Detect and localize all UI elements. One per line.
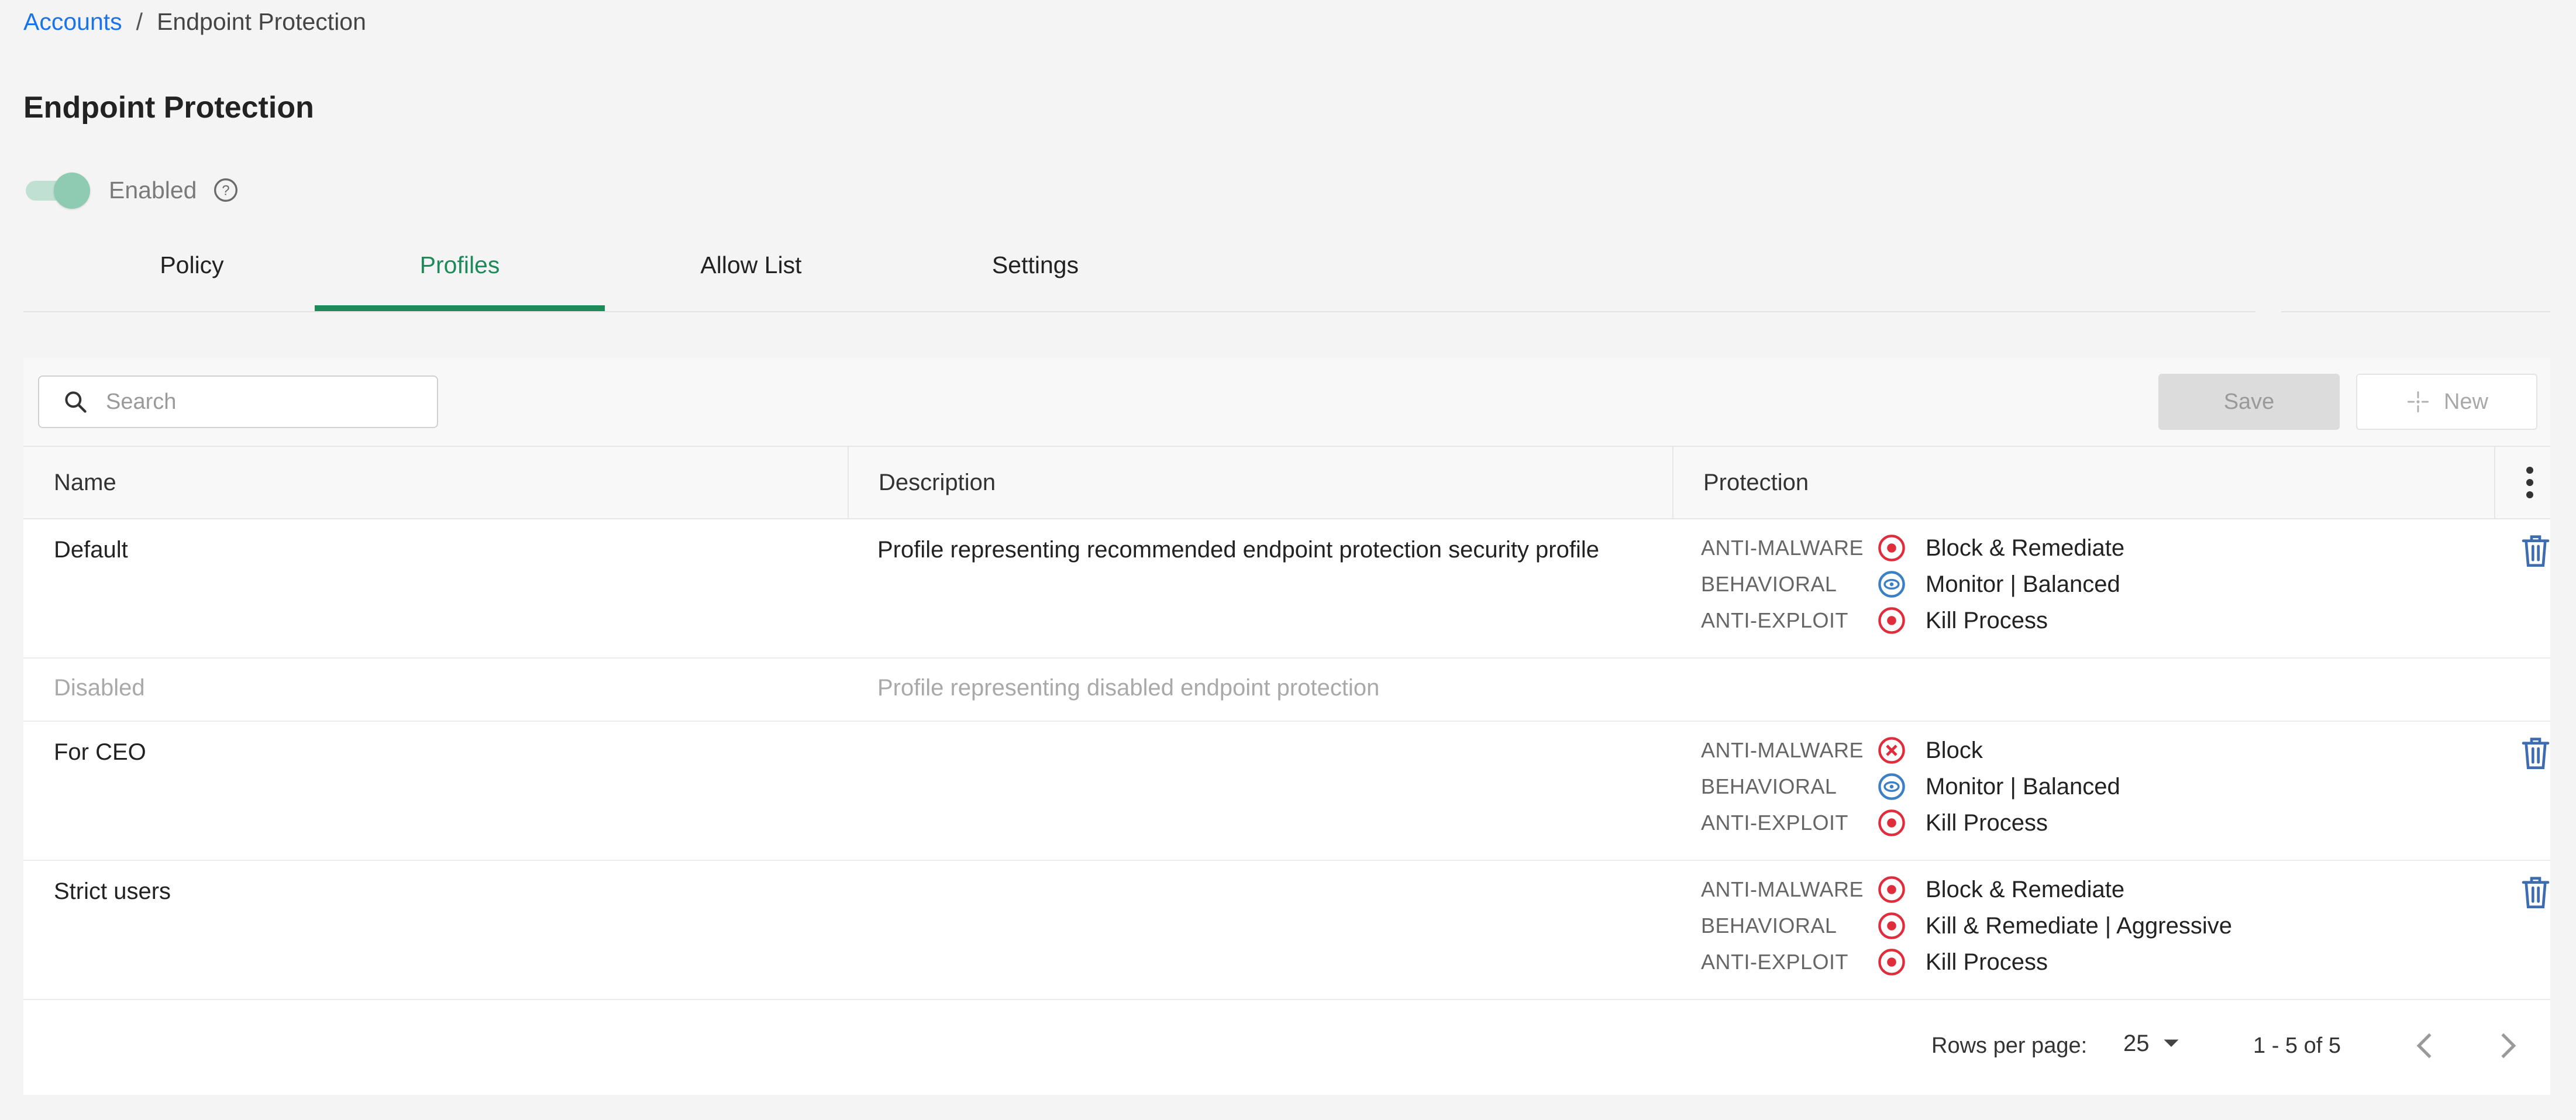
table-row[interactable]: For CEO ANTI-MALWARE Block BEHAVIORAL Mo… xyxy=(23,722,2550,861)
protection-category: ANTI-EXPLOIT xyxy=(1701,811,1849,835)
protection-value: Block & Remediate xyxy=(1926,535,2125,561)
breadcrumb-current: Endpoint Protection xyxy=(157,8,366,35)
tabs-divider-right xyxy=(2281,311,2550,312)
table-header: Name Description Protection xyxy=(23,446,2550,519)
breadcrumb-accounts-link[interactable]: Accounts xyxy=(23,8,122,36)
rows-per-page-value: 25 xyxy=(2123,1031,2150,1056)
profile-name: For CEO xyxy=(54,739,146,765)
search-input[interactable] xyxy=(105,388,435,415)
previous-page-icon[interactable] xyxy=(2413,1031,2436,1061)
protection-value: Monitor | Balanced xyxy=(1926,773,2120,799)
target-red-icon xyxy=(1878,535,1905,561)
protection-value: Block xyxy=(1926,737,1983,763)
new-button[interactable]: New xyxy=(2356,374,2537,430)
protection-list: ANTI-MALWARE Block & Remediate BEHAVIORA… xyxy=(1701,871,2232,980)
pagination-range: 1 - 5 of 5 xyxy=(2253,1033,2341,1058)
profile-name: Disabled xyxy=(54,675,145,701)
protection-value: Kill Process xyxy=(1926,607,2048,633)
tab-profiles[interactable]: Profiles xyxy=(315,234,605,313)
rows-per-page-label: Rows per page: xyxy=(1931,1033,2088,1058)
table-row[interactable]: Strict users ANTI-MALWARE Block & Remedi… xyxy=(23,861,2550,1000)
rows-per-page-select[interactable]: 25 xyxy=(2123,1031,2180,1057)
protection-item: ANTI-MALWARE Block & Remediate xyxy=(1701,530,2124,566)
protection-category: ANTI-MALWARE xyxy=(1701,536,1864,560)
protection-item: BEHAVIORAL Kill & Remediate | Aggressive xyxy=(1701,908,2232,944)
status-toggle-row: Enabled ? xyxy=(23,173,239,209)
page-title: Endpoint Protection xyxy=(23,91,314,125)
protection-item: BEHAVIORAL Monitor | Balanced xyxy=(1701,566,2124,602)
protection-list: ANTI-MALWARE Block BEHAVIORAL Monitor | … xyxy=(1701,732,2120,841)
protection-value: Kill & Remediate | Aggressive xyxy=(1926,912,2232,939)
sparkle-plus-icon xyxy=(2408,391,2429,412)
delete-trash-icon[interactable] xyxy=(2519,874,2552,910)
active-tab-indicator xyxy=(315,305,605,311)
protection-value: Kill Process xyxy=(1926,809,2048,836)
profile-description: Profile representing disabled endpoint p… xyxy=(877,675,1380,701)
profile-description: Profile representing recommended endpoin… xyxy=(877,537,1600,563)
profile-name: Strict users xyxy=(54,878,171,904)
protection-value: Kill Process xyxy=(1926,949,2048,975)
tab-bar: Policy Profiles Allow List Settings xyxy=(23,234,2550,313)
tabs-divider xyxy=(23,311,2255,312)
eye-blue-icon xyxy=(1878,773,1905,800)
protection-item: ANTI-EXPLOIT Kill Process xyxy=(1701,805,2120,841)
breadcrumb: Accounts / Endpoint Protection xyxy=(23,8,366,36)
target-red-icon xyxy=(1878,607,1905,634)
column-header-description[interactable]: Description xyxy=(848,447,1673,518)
target-red-icon xyxy=(1878,912,1905,939)
delete-trash-icon[interactable] xyxy=(2519,532,2552,568)
tab-policy[interactable]: Policy xyxy=(47,234,337,313)
eye-blue-icon xyxy=(1878,571,1905,598)
x-circle-red-icon xyxy=(1878,737,1905,764)
enabled-label: Enabled xyxy=(109,176,197,204)
next-page-icon[interactable] xyxy=(2496,1031,2520,1061)
delete-trash-icon[interactable] xyxy=(2519,735,2552,771)
protection-category: ANTI-EXPLOIT xyxy=(1701,608,1849,632)
save-button[interactable]: Save xyxy=(2158,374,2340,430)
tab-settings[interactable]: Settings xyxy=(890,234,1180,313)
target-red-icon xyxy=(1878,876,1905,903)
breadcrumb-separator: / xyxy=(136,8,143,35)
search-box[interactable] xyxy=(38,375,438,428)
table-row[interactable]: Default Profile representing recommended… xyxy=(23,519,2550,659)
target-red-icon xyxy=(1878,949,1905,976)
tab-allow-list[interactable]: Allow List xyxy=(606,234,896,313)
protection-category: ANTI-MALWARE xyxy=(1701,738,1864,762)
help-icon[interactable]: ? xyxy=(213,177,239,203)
protection-item: ANTI-EXPLOIT Kill Process xyxy=(1701,944,2232,980)
target-red-icon xyxy=(1878,809,1905,836)
search-icon xyxy=(65,391,87,413)
protection-category: BEHAVIORAL xyxy=(1701,914,1837,938)
protection-item: ANTI-MALWARE Block xyxy=(1701,732,2120,769)
protection-value: Monitor | Balanced xyxy=(1926,571,2120,597)
protection-category: ANTI-EXPLOIT xyxy=(1701,950,1849,974)
column-header-protection[interactable]: Protection xyxy=(1673,447,2498,518)
column-menu-icon[interactable] xyxy=(2521,465,2539,500)
protection-item: BEHAVIORAL Monitor | Balanced xyxy=(1701,769,2120,805)
profile-name: Default xyxy=(54,537,128,563)
protection-category: BEHAVIORAL xyxy=(1701,572,1837,596)
protection-value: Block & Remediate xyxy=(1926,876,2125,902)
svg-text:?: ? xyxy=(222,182,230,198)
new-button-label: New xyxy=(2443,389,2489,414)
protection-item: ANTI-MALWARE Block & Remediate xyxy=(1701,871,2232,908)
protection-list: ANTI-MALWARE Block & Remediate BEHAVIORA… xyxy=(1701,530,2124,639)
enabled-toggle[interactable] xyxy=(23,173,92,209)
table-row[interactable]: Disabled Profile representing disabled e… xyxy=(23,659,2550,722)
protection-category: ANTI-MALWARE xyxy=(1701,877,1864,901)
caret-down-icon xyxy=(2164,1039,2178,1047)
protection-item: ANTI-EXPLOIT Kill Process xyxy=(1701,602,2124,639)
column-header-name[interactable]: Name xyxy=(23,447,848,518)
protection-category: BEHAVIORAL xyxy=(1701,774,1837,798)
